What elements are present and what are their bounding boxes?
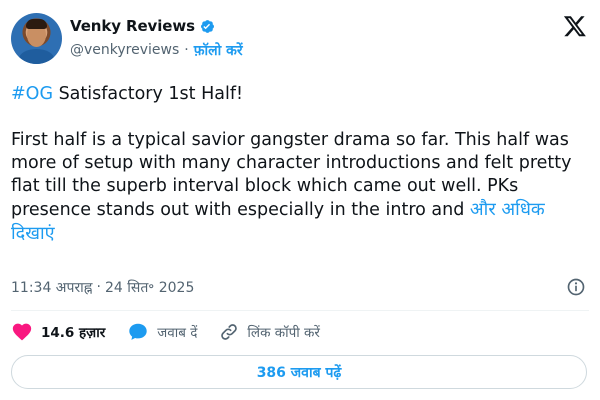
info-icon[interactable] [566, 277, 586, 297]
hashtag-link[interactable]: #OG [11, 84, 53, 104]
read-replies-button[interactable]: 386 जवाब पढ़ें [11, 355, 587, 389]
tweet-embed-card: Venky Reviews @venkyreviews · फ़ॉलो करें… [0, 0, 600, 400]
x-logo-icon[interactable] [563, 14, 587, 38]
tweet-date: 24 सित॰ 2025 [104, 279, 195, 296]
verified-badge-icon [200, 19, 214, 33]
timestamp-separator: · [96, 279, 101, 295]
handle-row: @venkyreviews · फ़ॉलो करें [70, 40, 243, 60]
tweet-time: 11:34 अपराह्न [11, 279, 93, 296]
author-name[interactable]: Venky Reviews [70, 17, 195, 35]
like-button[interactable]: 14.6 हज़ार [11, 321, 105, 343]
heart-icon [12, 323, 32, 341]
link-icon [221, 324, 238, 340]
reply-bubble-icon [129, 323, 147, 340]
handle-separator: · [184, 42, 189, 58]
divider [11, 310, 589, 311]
tweet-first-line: Satisfactory 1st Half! [53, 84, 244, 104]
author-name-row: Venky Reviews [70, 15, 216, 37]
author-handle[interactable]: @venkyreviews [70, 42, 179, 58]
like-count: 14.6 हज़ार [41, 325, 106, 341]
follow-button[interactable]: फ़ॉलो करें [194, 41, 243, 60]
tweet-text: #OG Satisfactory 1st Half! First half is… [11, 83, 591, 246]
copy-link-button[interactable]: लिंक कॉपी करें [219, 322, 320, 342]
reply-button[interactable]: जवाब दें [127, 321, 197, 343]
copy-link-label: लिंक कॉपी करें [247, 325, 320, 341]
author-avatar[interactable] [11, 13, 62, 64]
tweet-timestamp[interactable]: 11:34 अपराह्न · 24 सित॰ 2025 [11, 277, 194, 297]
reply-label: जवाब दें [157, 325, 198, 341]
action-bar: 14.6 हज़ार जवाब दें लिंक कॉपी करें [11, 319, 342, 345]
read-replies-label: 386 जवाब पढ़ें [256, 364, 342, 381]
